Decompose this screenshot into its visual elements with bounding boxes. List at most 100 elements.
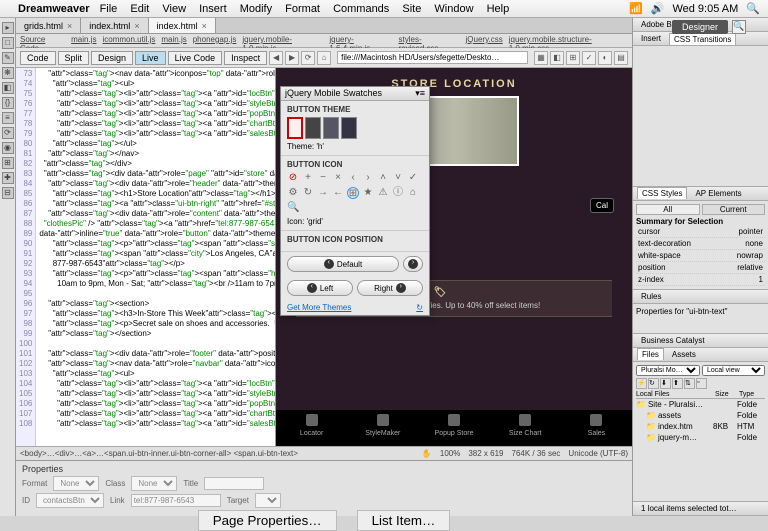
theme-swatch-selected[interactable] bbox=[287, 117, 303, 139]
expand-icon[interactable]: ▫ bbox=[696, 378, 707, 389]
title-field[interactable] bbox=[204, 477, 264, 490]
file-tree-item[interactable]: 📁Site - Pluralsi…Folde bbox=[636, 399, 765, 410]
nav-locator[interactable]: Locator bbox=[276, 410, 347, 446]
view-dropdown[interactable]: Local view bbox=[702, 365, 765, 376]
tool-icon[interactable]: ◧ bbox=[2, 82, 14, 94]
home-icon[interactable]: ⌂ bbox=[407, 187, 419, 199]
grid-icon-selected[interactable]: ⊞ bbox=[347, 187, 359, 199]
plus-icon[interactable]: + bbox=[302, 172, 314, 184]
hand-icon[interactable]: ✋ bbox=[422, 449, 432, 458]
menu-view[interactable]: View bbox=[162, 3, 186, 15]
tool-icon[interactable]: ⊟ bbox=[2, 187, 14, 199]
menu-site[interactable]: Site bbox=[402, 3, 421, 15]
tool-icon[interactable]: □ bbox=[2, 37, 14, 49]
menu-edit[interactable]: Edit bbox=[130, 3, 149, 15]
minus-icon[interactable]: − bbox=[317, 172, 329, 184]
toolbar-icon[interactable]: ◧ bbox=[550, 51, 564, 65]
back-icon[interactable]: ◀ bbox=[269, 51, 283, 65]
gear-icon[interactable]: ⚙ bbox=[287, 187, 299, 199]
list-item-button[interactable]: List Item… bbox=[357, 510, 451, 531]
related-file[interactable]: styles-revised.css bbox=[399, 35, 460, 46]
css-transitions-tab[interactable]: CSS Transitions bbox=[669, 33, 736, 45]
site-dropdown[interactable]: Pluralsi Mo… bbox=[636, 365, 700, 376]
info-icon[interactable]: ⓘ bbox=[392, 187, 404, 199]
arrow-r-icon[interactable]: › bbox=[362, 172, 374, 184]
current-button[interactable]: Current bbox=[702, 204, 766, 215]
delete-icon[interactable]: × bbox=[332, 172, 344, 184]
live-view-button[interactable]: Live bbox=[135, 51, 166, 65]
zoom-level[interactable]: 100% bbox=[440, 449, 460, 458]
sync-icon[interactable]: ⇅ bbox=[684, 378, 695, 389]
insert-tab[interactable]: Insert bbox=[637, 33, 665, 44]
link-field[interactable] bbox=[131, 494, 221, 507]
refresh-icon[interactable]: ↻ bbox=[416, 303, 423, 312]
related-file[interactable]: phonegap.js bbox=[193, 35, 237, 46]
wifi-icon[interactable]: 📶 bbox=[629, 2, 643, 15]
toolbar-icon[interactable]: ⊞ bbox=[566, 51, 580, 65]
menu-modify[interactable]: Modify bbox=[240, 3, 272, 15]
format-select[interactable]: None bbox=[53, 476, 99, 491]
doc-tab[interactable]: grids.html× bbox=[16, 18, 81, 33]
toolbar-icon[interactable]: ▦ bbox=[534, 51, 548, 65]
nav-stylemaker[interactable]: StyleMaker bbox=[347, 410, 418, 446]
no-icon[interactable]: ⊘ bbox=[287, 172, 299, 184]
close-icon[interactable]: × bbox=[134, 21, 139, 31]
doc-tab-active[interactable]: index.html× bbox=[149, 18, 216, 33]
volume-icon[interactable]: 🔊 bbox=[651, 2, 665, 15]
related-file[interactable]: icommon.util.js bbox=[102, 35, 155, 46]
code-view-button[interactable]: Code bbox=[20, 51, 56, 65]
related-file[interactable]: jquery-1.6.4.min.js bbox=[329, 35, 392, 46]
tool-icon[interactable]: ⟳ bbox=[2, 127, 14, 139]
file-tree-item[interactable]: 📁jquery-m…Folde bbox=[636, 432, 765, 443]
menu-commands[interactable]: Commands bbox=[333, 3, 389, 15]
theme-swatch[interactable] bbox=[323, 117, 339, 139]
split-view-button[interactable]: Split bbox=[58, 51, 90, 65]
file-tree-item[interactable]: 📁assetsFolde bbox=[636, 410, 765, 421]
assets-tab[interactable]: Assets bbox=[668, 349, 700, 360]
alert-icon[interactable]: ⚠ bbox=[377, 187, 389, 199]
clock[interactable]: Wed 9:05 AM bbox=[672, 3, 738, 15]
right-position-button[interactable]: Right› bbox=[357, 280, 423, 296]
call-button[interactable]: Cal bbox=[590, 198, 614, 213]
id-select[interactable]: contactsBtn bbox=[36, 493, 104, 508]
refresh-icon[interactable]: ⟳ bbox=[301, 51, 315, 65]
arrow-button[interactable]: › bbox=[403, 256, 423, 272]
tool-icon[interactable]: {} bbox=[2, 97, 14, 109]
spotlight-icon[interactable]: 🔍 bbox=[746, 2, 760, 15]
refresh-icon[interactable]: ↻ bbox=[648, 378, 659, 389]
toolbar-icon[interactable]: ✓ bbox=[582, 51, 596, 65]
target-select[interactable] bbox=[255, 493, 281, 508]
business-catalyst-panel[interactable]: Business Catalyst bbox=[637, 335, 709, 346]
page-properties-button[interactable]: Page Properties… bbox=[198, 510, 337, 531]
toolbar-icon[interactable]: ◐ bbox=[598, 51, 612, 65]
refresh-icon[interactable]: ↻ bbox=[302, 187, 314, 199]
menu-format[interactable]: Format bbox=[285, 3, 320, 15]
arrow-u-icon[interactable]: ˄ bbox=[377, 172, 389, 184]
tool-icon[interactable]: ❋ bbox=[2, 67, 14, 79]
close-icon[interactable]: × bbox=[202, 21, 207, 31]
nav-sales[interactable]: Sales bbox=[561, 410, 632, 446]
get-more-themes-link[interactable]: Get More Themes bbox=[287, 303, 351, 312]
file-tree-item[interactable]: 📁index.htm8KBHTM bbox=[636, 421, 765, 432]
related-file[interactable]: main.js bbox=[71, 35, 96, 46]
menu-file[interactable]: File bbox=[100, 3, 118, 15]
nav-popup[interactable]: Popup Store bbox=[418, 410, 489, 446]
tool-collapse-icon[interactable]: ▸ bbox=[2, 22, 14, 34]
tool-icon[interactable]: ✚ bbox=[2, 172, 14, 184]
code-view[interactable]: 7374757677787980818283848586878889909192… bbox=[16, 68, 276, 446]
panel-menu-icon[interactable]: ▾≡ bbox=[415, 88, 425, 99]
connect-icon[interactable]: ⚡ bbox=[636, 378, 647, 389]
menu-window[interactable]: Window bbox=[434, 3, 473, 15]
files-tab[interactable]: Files bbox=[637, 348, 664, 360]
search-icon[interactable]: 🔍 bbox=[732, 20, 746, 34]
put-icon[interactable]: ⬆ bbox=[672, 378, 683, 389]
forward-icon[interactable]: → bbox=[317, 187, 329, 199]
get-icon[interactable]: ⬇ bbox=[660, 378, 671, 389]
inspect-button[interactable]: Inspect bbox=[224, 51, 267, 65]
arrow-l-icon[interactable]: ‹ bbox=[347, 172, 359, 184]
design-view-button[interactable]: Design bbox=[91, 51, 133, 65]
ap-elements-tab[interactable]: AP Elements bbox=[691, 188, 745, 199]
tool-icon[interactable]: ≡ bbox=[2, 112, 14, 124]
nav-sizechart[interactable]: Size Chart bbox=[490, 410, 561, 446]
window-size[interactable]: 382 x 619 bbox=[468, 449, 503, 458]
